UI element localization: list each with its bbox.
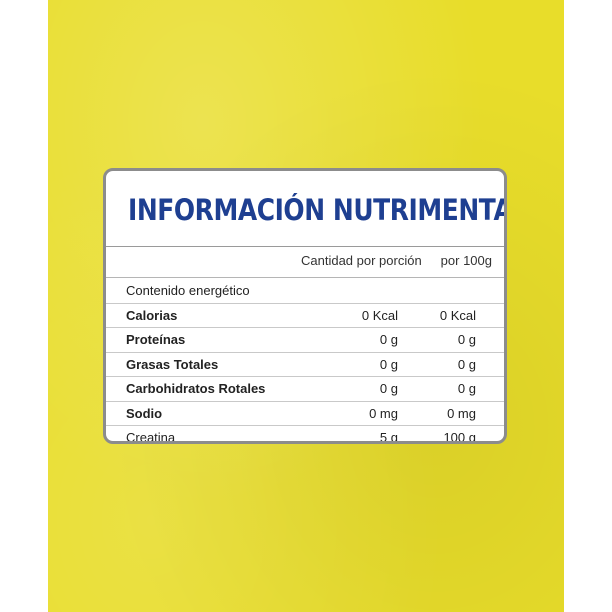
table-row-carbs: Carbohidratos Rotales 0 g 0 g	[106, 377, 504, 402]
row-label: Creatina	[126, 430, 176, 444]
row-label: Grasas Totales	[126, 356, 219, 372]
row-label: Carbohidratos Rotales	[126, 381, 266, 396]
row-label: Contenido energético	[126, 283, 250, 298]
row-value-per-100g: 0 g	[457, 356, 476, 372]
table-row-proteins: Proteínas 0 g 0 g	[106, 328, 504, 353]
table-row-calories: Calorias 0 Kcal 0 Kcal	[106, 304, 504, 328]
column-header-portion: Cantidad por porción	[301, 253, 422, 268]
row-value-per-100g: 0 g	[457, 332, 476, 347]
row-value-portion: 0 g	[379, 332, 398, 347]
nutrition-facts-card: INFORMACIÓN NUTRIMENTAL Cantidad por por…	[103, 168, 507, 444]
header-divider	[106, 277, 504, 278]
table-row-fats: Grasas Totales 0 g 0 g	[106, 353, 504, 377]
nutrition-table: Contenido energético Calorias 0 Kcal 0 K…	[106, 279, 504, 444]
row-value-portion: 0 g	[379, 356, 398, 372]
nutrition-title: INFORMACIÓN NUTRIMENTAL	[128, 193, 507, 227]
row-value-portion: 0 mg	[369, 405, 398, 421]
row-value-per-100g: 0 g	[457, 381, 476, 396]
row-value-portion: 0 Kcal	[361, 307, 398, 323]
row-value-per-100g: 0 mg	[447, 405, 476, 421]
row-label: Calorias	[126, 307, 178, 323]
row-label: Proteínas	[126, 332, 186, 347]
row-value-portion: 5 g	[379, 430, 398, 444]
row-value-portion: 0 g	[379, 381, 398, 396]
table-row-creatine: Creatina 5 g 100 g	[106, 426, 504, 444]
table-row-sodium: Sodio 0 mg 0 mg	[106, 402, 504, 426]
row-label: Sodio	[126, 405, 163, 421]
table-row-energy: Contenido energético	[106, 279, 504, 304]
column-header-per-100g: por 100g	[440, 253, 492, 268]
row-value-per-100g: 100 g	[443, 430, 476, 444]
title-divider	[106, 246, 504, 247]
row-value-per-100g: 0 Kcal	[439, 307, 476, 323]
